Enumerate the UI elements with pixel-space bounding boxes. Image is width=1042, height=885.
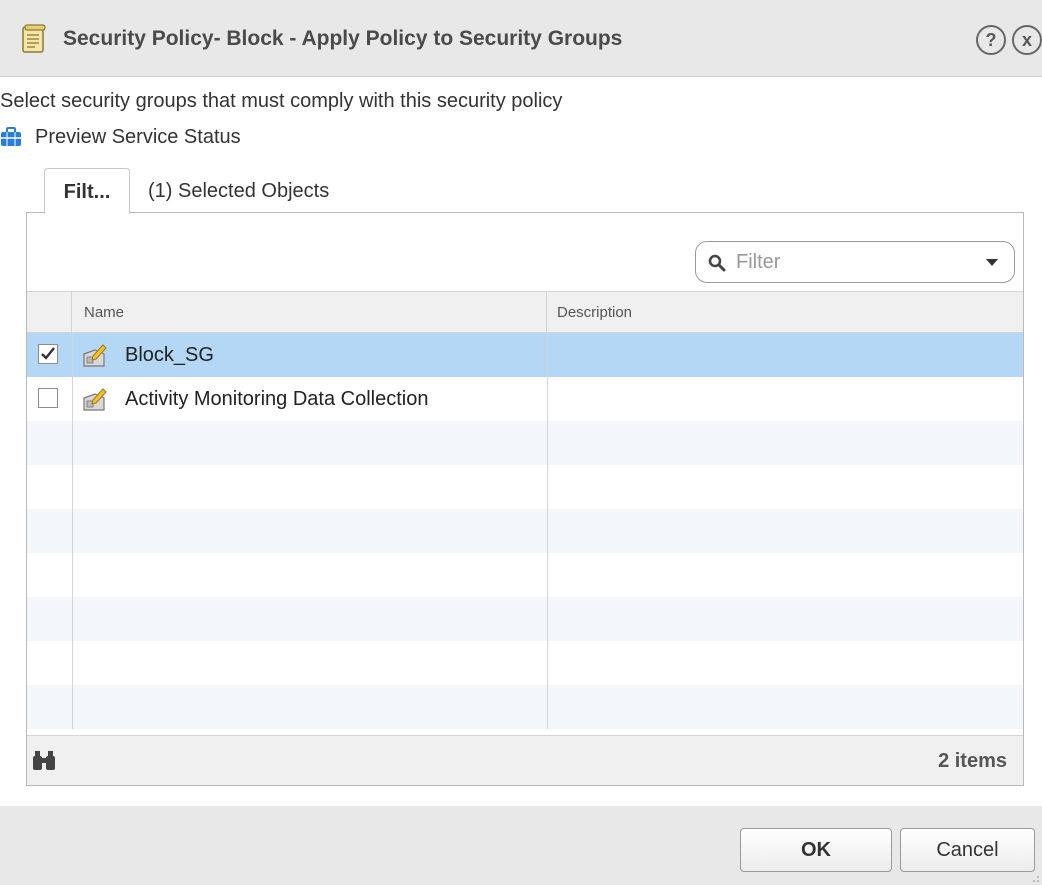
column-header-name[interactable]: Name [72, 292, 547, 333]
dialog-titlebar: Security Policy- Block - Apply Policy to… [0, 0, 1042, 77]
column-divider [72, 377, 73, 421]
binoculars-icon[interactable] [31, 750, 57, 772]
column-divider [72, 333, 73, 377]
policy-document-icon [22, 24, 46, 53]
security-group-icon [83, 388, 107, 411]
dialog-title: Security Policy- Block - Apply Policy to… [63, 27, 623, 50]
checkmark-icon [41, 347, 55, 360]
chevron-down-icon[interactable] [986, 259, 998, 266]
item-count: 2 items [938, 750, 1007, 772]
close-button[interactable]: x [1012, 25, 1042, 55]
column-header-description[interactable]: Description [547, 292, 1023, 333]
empty-row [27, 553, 1023, 597]
table-row[interactable]: Activity Monitoring Data Collection [27, 377, 1023, 421]
grid-footer: 2 items [27, 735, 1023, 785]
header-checkbox-column [27, 292, 72, 333]
column-divider [547, 377, 548, 421]
help-button[interactable]: ? [976, 25, 1006, 55]
briefcase-icon [1, 127, 21, 146]
dialog-button-bar: OK Cancel [0, 806, 1042, 885]
grid-header: Name Description [27, 291, 1023, 333]
empty-row [27, 641, 1023, 685]
empty-row [27, 421, 1023, 465]
row-checkbox-unchecked[interactable] [38, 388, 58, 408]
empty-row [27, 685, 1023, 729]
ok-button[interactable]: OK [740, 828, 892, 872]
filter-box[interactable] [695, 241, 1015, 283]
search-icon [708, 254, 726, 272]
empty-row [27, 597, 1023, 641]
instruction-text: Select security groups that must comply … [0, 90, 563, 112]
cancel-button[interactable]: Cancel [900, 828, 1035, 872]
resize-grip-icon[interactable] [1032, 875, 1040, 883]
security-group-icon [83, 344, 107, 367]
empty-row [27, 465, 1023, 509]
row-name-cell: Block_SG [125, 344, 214, 366]
empty-row [27, 509, 1023, 553]
preview-service-status-label: Preview Service Status [35, 126, 241, 148]
column-divider [547, 333, 548, 377]
grid-body: Block_SG Activity Monitoring Data Collec… [27, 333, 1023, 735]
tab-filter[interactable]: Filt... [44, 168, 130, 214]
row-checkbox-checked[interactable] [38, 344, 58, 364]
row-name-cell: Activity Monitoring Data Collection [125, 388, 429, 410]
table-row[interactable]: Block_SG [27, 333, 1023, 377]
filter-input[interactable] [736, 248, 966, 276]
tab-selected-objects[interactable]: (1) Selected Objects [138, 173, 339, 209]
security-groups-panel: Name Description Block_SG [26, 212, 1024, 786]
